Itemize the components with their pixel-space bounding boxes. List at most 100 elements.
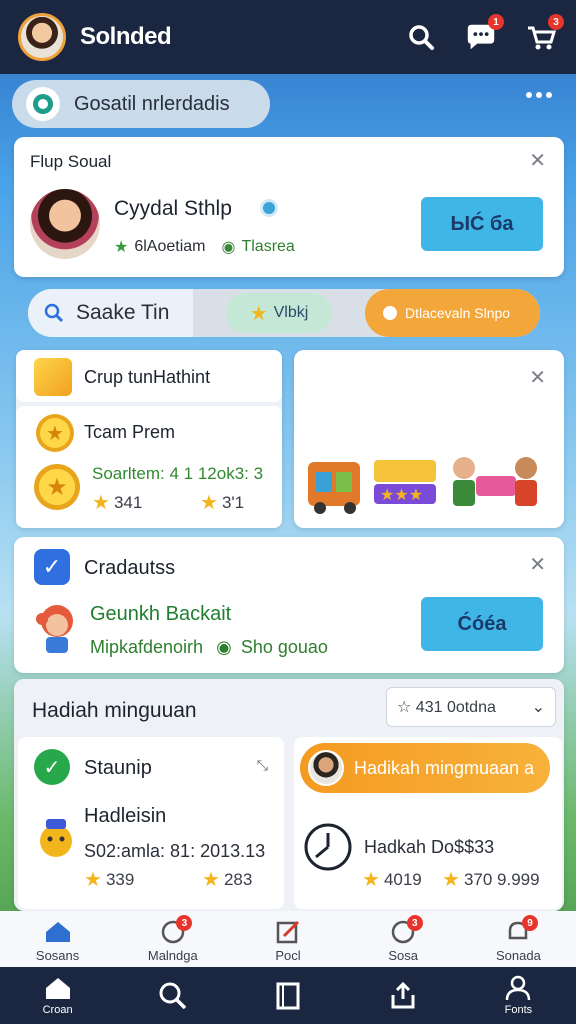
tab-social[interactable]: 3 Sosa bbox=[346, 911, 461, 967]
segment-search[interactable]: Saake Tin bbox=[28, 289, 193, 337]
star-icon: ★ bbox=[202, 869, 220, 891]
nav-profile[interactable]: Fonts bbox=[461, 967, 576, 1024]
team-stars-right: ★ 3'1 bbox=[200, 490, 244, 515]
community-pill[interactable]: Gosatil nrlerdadis bbox=[12, 80, 270, 128]
star-icon: ★ bbox=[442, 869, 460, 891]
checkbox-icon[interactable]: ✓ bbox=[34, 549, 70, 585]
profile-icon bbox=[506, 975, 531, 1001]
close-icon[interactable]: ✕ bbox=[529, 555, 546, 575]
location-icon: ◉ bbox=[221, 239, 236, 256]
link-icon[interactable]: ⤡ bbox=[257, 757, 268, 774]
tab-post-label: Pocl bbox=[275, 948, 301, 963]
week-select[interactable]: ☆ 431 0otdna ⌄ bbox=[386, 687, 556, 727]
bottom-nav: Croan Fonts bbox=[0, 967, 576, 1024]
home-icon bbox=[45, 922, 70, 942]
team-stats: Soarltem: 4 1 12ok3: 3 bbox=[92, 464, 264, 483]
group-row[interactable]: Crup tunHathint bbox=[16, 350, 282, 402]
star-icon: ★ bbox=[114, 239, 129, 256]
tab-messages-badge: 3 bbox=[176, 915, 193, 931]
app-logo-icon bbox=[26, 87, 60, 121]
tab-home[interactable]: Sosans bbox=[0, 911, 115, 967]
weekly-left-stars-left: ★ 339 bbox=[84, 867, 134, 892]
search-icon[interactable] bbox=[404, 20, 438, 54]
weekly-right-card[interactable]: Hadikah mingmuaan a Hadkah Do$$33 ★ 4019… bbox=[294, 737, 562, 909]
profile-meta: ★ 6lAoetiam ◉ Tlasrea bbox=[114, 237, 295, 257]
weekly-left-card[interactable]: ✓ Staunip ⤡ Hadleisin S02:amla: 81: 2013… bbox=[18, 737, 284, 909]
coin-icon: ★ bbox=[34, 464, 80, 510]
cart-icon[interactable]: 3 bbox=[524, 14, 564, 54]
star-icon: ★ bbox=[200, 492, 218, 514]
segment-right[interactable]: Dtlacevaln Slnpo bbox=[365, 289, 540, 337]
tab-social-label: Sosa bbox=[388, 948, 419, 963]
check-circle-icon: ✓ bbox=[34, 749, 70, 785]
messages-badge: 1 bbox=[488, 14, 504, 30]
graduates-title: Cradautss bbox=[84, 557, 176, 579]
chevron-down-icon: ⌄ bbox=[531, 699, 545, 716]
graduate-follow-button[interactable]: Ćóéa bbox=[421, 597, 543, 651]
more-options-icon[interactable] bbox=[526, 92, 552, 98]
star-icon: ★ bbox=[362, 869, 380, 891]
weekly-title: Hadiah minguuan bbox=[32, 699, 197, 722]
close-icon[interactable]: ✕ bbox=[529, 151, 546, 171]
graduates-card: ✓ Cradautss ✕ Geunkh Backait Mipkafdenoi… bbox=[14, 537, 564, 673]
box-icon bbox=[34, 358, 72, 396]
user-avatar[interactable] bbox=[18, 13, 66, 61]
star-outline-icon: ☆ bbox=[397, 699, 412, 716]
close-icon[interactable]: ✕ bbox=[529, 368, 546, 388]
home-icon bbox=[45, 978, 70, 999]
weekly-left-stars-right: ★ 283 bbox=[202, 867, 252, 892]
weekly-rewards-section: Hadiah minguuan ☆ 431 0otdna ⌄ ✓ Staunip… bbox=[14, 679, 564, 911]
nav-book[interactable] bbox=[230, 967, 345, 1024]
follow-button[interactable]: ЫĆ ба bbox=[421, 197, 543, 251]
mascot-icon bbox=[40, 819, 72, 857]
tab-post[interactable]: Pocl bbox=[230, 911, 345, 967]
weekly-right-stars-right: ★ 370 9.999 bbox=[442, 867, 540, 892]
weekly-pill-label: Hadikah mingmuaan a bbox=[354, 757, 535, 778]
team-stars-right-value: 3'1 bbox=[221, 492, 245, 512]
tab-social-badge: 3 bbox=[406, 915, 423, 931]
app-title: Solnded bbox=[80, 23, 172, 50]
profile-location: Tlasrea bbox=[241, 238, 295, 255]
community-pill-label: Gosatil nrlerdadis bbox=[74, 92, 230, 115]
sticker-illustration: ★★★ bbox=[308, 457, 537, 514]
profile-avatar[interactable] bbox=[30, 189, 100, 259]
clock-icon bbox=[304, 823, 352, 871]
share-icon bbox=[391, 981, 415, 1008]
stickers-card: ✕ ★★★ bbox=[294, 350, 564, 528]
tab-strip: Sosans 3 Malndga Pocl 3 Sosa 9 Sonada bbox=[0, 911, 576, 967]
verified-icon bbox=[260, 199, 278, 217]
tab-messages[interactable]: 3 Malndga bbox=[115, 911, 230, 967]
star-icon: ★ bbox=[92, 492, 110, 514]
week-select-value: 431 0otdna bbox=[415, 699, 496, 716]
edit-icon bbox=[276, 920, 300, 944]
segment-search-label: Saake Tin bbox=[76, 301, 170, 324]
nav-home-label: Croan bbox=[42, 1004, 73, 1016]
graduate-name: Geunkh Backait bbox=[90, 603, 232, 625]
nav-home[interactable]: Croan bbox=[0, 967, 115, 1024]
segment-right-label: Dtlacevaln Slnpo bbox=[405, 305, 511, 321]
segment-middle[interactable]: ★ Vlbkj bbox=[193, 289, 365, 337]
nav-profile-label: Fonts bbox=[504, 1004, 533, 1016]
tab-notifications-badge: 9 bbox=[522, 915, 539, 931]
weekly-left-stats: S02:amla: 81: 2013.13 bbox=[84, 841, 266, 861]
tab-notifications[interactable]: 9 Sonada bbox=[461, 911, 576, 967]
weekly-right-stars-left-value: 4019 bbox=[383, 869, 422, 889]
team-row[interactable]: ★ Tcam Prem ★ Soarltem: 4 1 12ok3: 3 ★ 3… bbox=[16, 406, 282, 528]
circle-icon bbox=[383, 306, 397, 320]
weekly-left-stars-right-value: 283 bbox=[223, 869, 253, 889]
tab-messages-label: Malndga bbox=[147, 948, 198, 963]
nav-search[interactable] bbox=[115, 967, 230, 1024]
weekly-pill-button[interactable]: Hadikah mingmuaan a bbox=[300, 743, 550, 793]
segmented-control: Saake Tin ★ Vlbkj Dtlacevaln Slnpo bbox=[28, 289, 540, 337]
location-icon: ◉ bbox=[216, 637, 232, 657]
segment-middle-label: Vlbkj bbox=[273, 304, 309, 321]
profile-card-title: Flup Soual bbox=[30, 152, 112, 171]
star-coin-icon: ★ bbox=[36, 414, 74, 452]
search-icon bbox=[44, 303, 64, 323]
weekly-right-stars-left: ★ 4019 bbox=[362, 867, 422, 892]
nav-share[interactable] bbox=[346, 967, 461, 1024]
chat-icon[interactable]: 1 bbox=[464, 14, 504, 54]
weekly-left-heading: Staunip bbox=[84, 757, 152, 779]
profile-card: Flup Soual ✕ Cyydal Sthlp ★ 6lAoetiam ◉ … bbox=[14, 137, 564, 277]
svg-text:★★★: ★★★ bbox=[380, 485, 423, 504]
